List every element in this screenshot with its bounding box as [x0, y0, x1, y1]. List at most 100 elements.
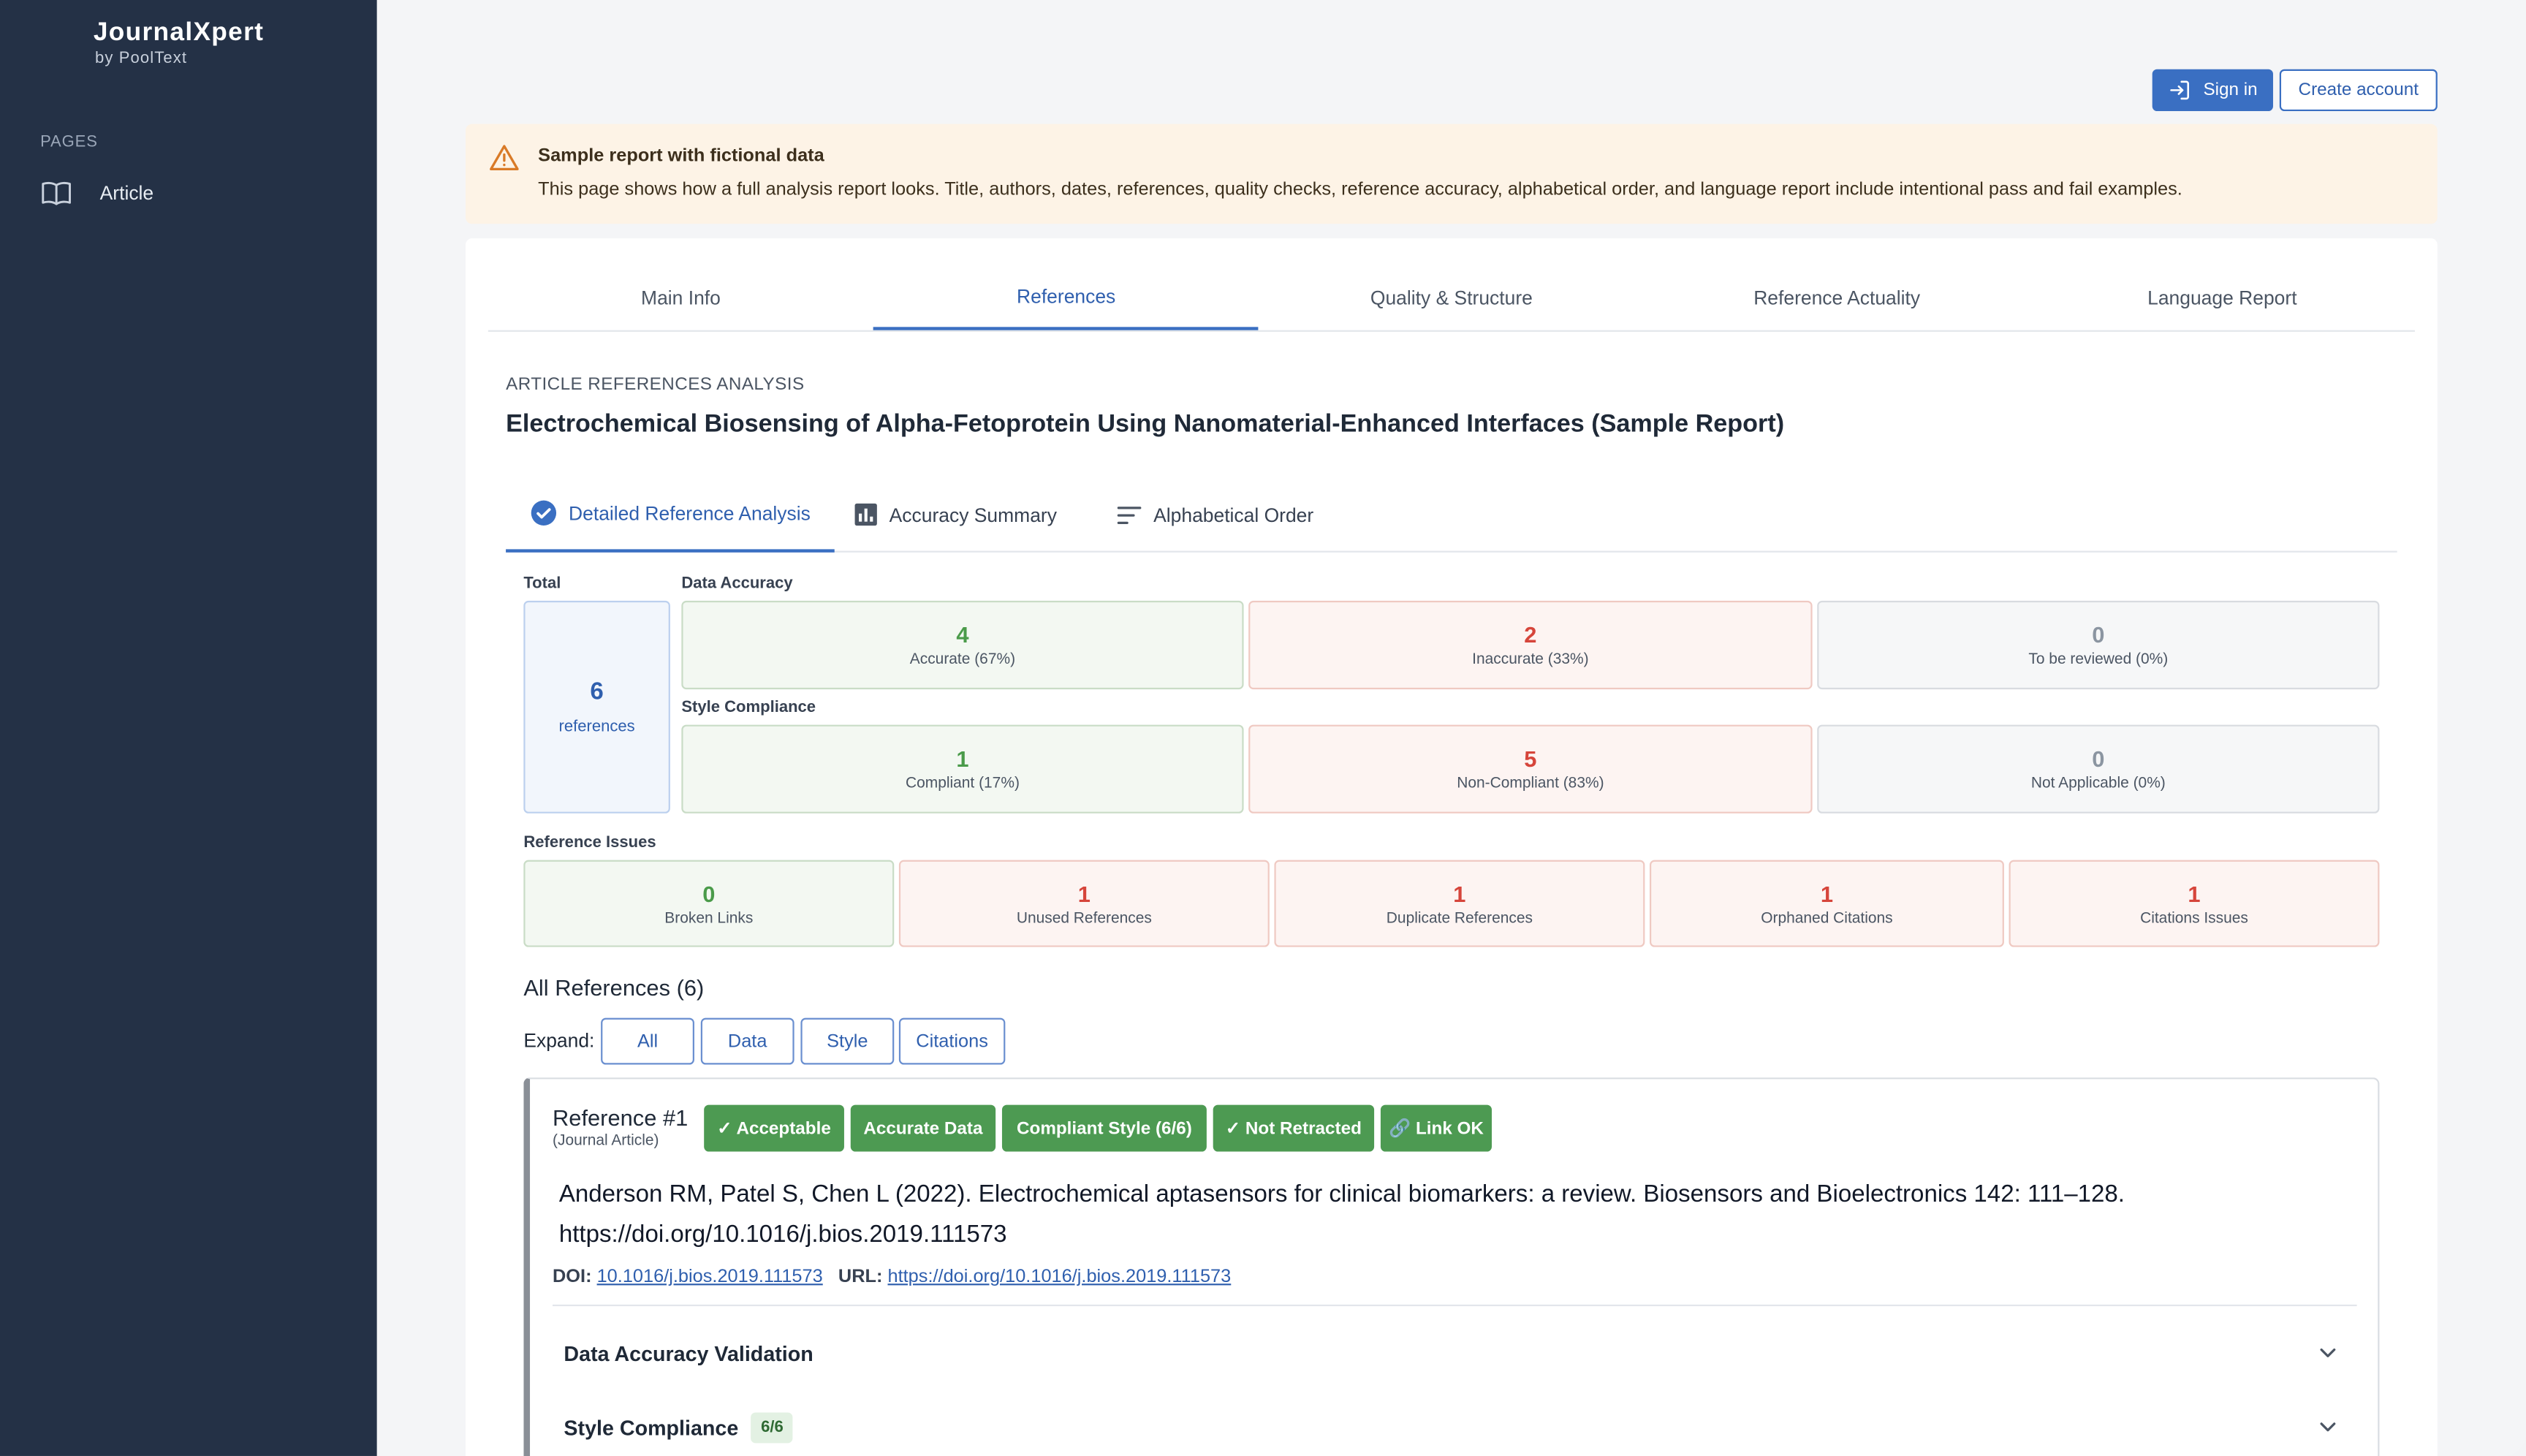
stat-label: Citations Issues	[2140, 909, 2248, 928]
check-circle-icon	[531, 500, 557, 526]
stat-label: Unused References	[1016, 909, 1152, 928]
sort-lines-icon	[1117, 506, 1142, 523]
acceptable-badge: ✓ Acceptable	[704, 1104, 844, 1152]
stat-label: Compliant (17%)	[905, 774, 1020, 793]
reference-type: (Journal Article)	[553, 1132, 659, 1150]
non-compliant-stat: 5 Non-Compliant (83%)	[1248, 724, 1813, 814]
style-score-badge: 6/6	[751, 1411, 794, 1443]
tab-main-info[interactable]: Main Info	[488, 264, 873, 330]
style-compliance-accordion[interactable]: Style Compliance 6/6	[553, 1403, 2357, 1451]
reference-card: Reference #1 (Journal Article) ✓ Accepta…	[523, 1077, 2380, 1456]
stat-label: Broken Links	[664, 909, 754, 928]
data-accuracy-validation-accordion[interactable]: Data Accuracy Validation	[553, 1329, 2357, 1377]
url-label: URL:	[838, 1267, 883, 1287]
stat-label: Orphaned Citations	[1761, 909, 1893, 928]
brand-name[interactable]: JournalXpert	[94, 19, 264, 48]
subtab-label: Alphabetical Order	[1153, 503, 1314, 526]
expand-all-button[interactable]: All	[601, 1017, 694, 1065]
stat-label: Not Applicable (0%)	[2030, 774, 2166, 793]
accordion-title: Style Compliance	[564, 1414, 739, 1439]
reference-subtabs: Detailed Reference Analysis Accuracy Sum…	[506, 477, 2397, 553]
article-title: Electrochemical Biosensing of Alpha-Feto…	[506, 410, 1785, 439]
subtab-label: Accuracy Summary	[889, 503, 1057, 526]
tab-references[interactable]: References	[873, 264, 1259, 330]
book-open-icon	[42, 181, 71, 205]
compliant-stat: 1 Compliant (17%)	[681, 724, 1244, 814]
stat-value: 0	[2092, 746, 2105, 772]
analysis-section-label: ARTICLE REFERENCES ANALYSIS	[506, 375, 805, 395]
create-account-button[interactable]: Create account	[2279, 69, 2438, 112]
link-ok-badge: 🔗 Link OK	[1380, 1104, 1492, 1152]
compliant-style-badge: Compliant Style (6/6)	[1001, 1104, 1207, 1152]
sample-report-alert: Sample report with fictional data This p…	[465, 124, 2438, 224]
pages-section-label: PAGES	[40, 133, 98, 152]
not-retracted-badge: ✓ Not Retracted	[1213, 1104, 1375, 1152]
accurate-data-badge: Accurate Data	[850, 1104, 996, 1152]
stat-label: Non-Compliant (83%)	[1457, 774, 1604, 793]
stat-value: 4	[956, 621, 969, 648]
citations-issues-stat: 1 Citations Issues	[2009, 860, 2380, 947]
stat-value: 1	[1077, 880, 1091, 906]
sign-in-button[interactable]: Sign in	[2152, 69, 2273, 112]
orphaned-citations-stat: 1 Orphaned Citations	[1649, 860, 2004, 947]
unused-references-stat: 1 Unused References	[898, 860, 1270, 947]
main-tabs: Main Info References Quality & Structure…	[488, 264, 2415, 332]
tab-reference-actuality[interactable]: Reference Actuality	[1645, 264, 2030, 330]
doi-link[interactable]: 10.1016/j.bios.2019.111573	[597, 1267, 823, 1286]
not-applicable-stat: 0 Not Applicable (0%)	[1817, 724, 2380, 814]
stat-label: references	[558, 717, 635, 735]
reference-citation: Anderson RM, Patel S, Chen L (2022). Ele…	[558, 1180, 2125, 1248]
tab-language-report[interactable]: Language Report	[2030, 264, 2415, 330]
expand-citations-button[interactable]: Citations	[898, 1017, 1006, 1065]
data-accuracy-label: Data Accuracy	[681, 575, 793, 593]
reference-title: Reference #1	[553, 1104, 689, 1131]
total-label: Total	[523, 575, 561, 593]
stat-value: 2	[1524, 621, 1537, 648]
subtab-detailed-reference-analysis[interactable]: Detailed Reference Analysis	[506, 477, 835, 553]
warning-triangle-icon	[490, 145, 519, 171]
sign-in-label: Sign in	[2203, 80, 2258, 100]
url-link[interactable]: https://doi.org/10.1016/j.bios.2019.1115…	[887, 1267, 1231, 1286]
stat-value: 1	[2188, 880, 2201, 906]
stat-value: 5	[1524, 746, 1537, 772]
stat-value: 1	[1820, 880, 1834, 906]
broken-links-stat: 0 Broken Links	[523, 860, 895, 947]
expand-style-button[interactable]: Style	[800, 1017, 895, 1065]
total-references-stat: 6 references	[523, 600, 670, 814]
to-be-reviewed-stat: 0 To be reviewed (0%)	[1817, 600, 2380, 690]
stat-label: Duplicate References	[1386, 909, 1533, 928]
stat-label: Inaccurate (33%)	[1472, 651, 1589, 669]
divider	[553, 1304, 2357, 1307]
alert-title: Sample report with fictional data	[538, 146, 824, 166]
stat-value: 0	[702, 880, 716, 906]
sign-in-icon	[2169, 80, 2189, 100]
sidebar-item-article[interactable]: Article	[40, 174, 346, 213]
expand-label: Expand:	[523, 1029, 595, 1052]
subtab-alphabetical-order[interactable]: Alphabetical Order	[1116, 477, 1313, 553]
chevron-down-icon	[2320, 1348, 2336, 1357]
sidebar: JournalXpert by PoolText PAGES Article	[0, 0, 377, 1456]
stat-value: 1	[956, 746, 969, 772]
style-compliance-label: Style Compliance	[681, 699, 816, 717]
sidebar-item-label: Article	[99, 181, 154, 205]
reference-identifiers: DOI: 10.1016/j.bios.2019.111573 URL: htt…	[553, 1267, 1231, 1286]
accurate-stat: 4 Accurate (67%)	[681, 600, 1244, 690]
reference-issues-label: Reference Issues	[523, 834, 656, 852]
all-references-heading: All References (6)	[523, 974, 705, 1001]
stat-label: To be reviewed (0%)	[2028, 651, 2169, 669]
doi-label: DOI:	[553, 1267, 592, 1287]
duplicate-references-stat: 1 Duplicate References	[1274, 860, 1645, 947]
stat-value: 0	[2092, 621, 2105, 648]
chevron-down-icon	[2320, 1422, 2336, 1432]
stat-label: Accurate (67%)	[909, 651, 1016, 669]
alert-body: This page shows how a full analysis repo…	[538, 180, 2182, 200]
stat-value: 1	[1453, 880, 1466, 906]
accordion-title: Data Accuracy Validation	[564, 1341, 813, 1365]
tab-quality-structure[interactable]: Quality & Structure	[1259, 264, 1644, 330]
brand-subtitle: by PoolText	[95, 50, 188, 68]
expand-data-button[interactable]: Data	[700, 1017, 794, 1065]
subtab-accuracy-summary[interactable]: Accuracy Summary	[854, 477, 1057, 553]
subtab-label: Detailed Reference Analysis	[569, 501, 811, 525]
stat-value: 6	[590, 677, 604, 705]
report-card: Main Info References Quality & Structure…	[465, 238, 2438, 1456]
